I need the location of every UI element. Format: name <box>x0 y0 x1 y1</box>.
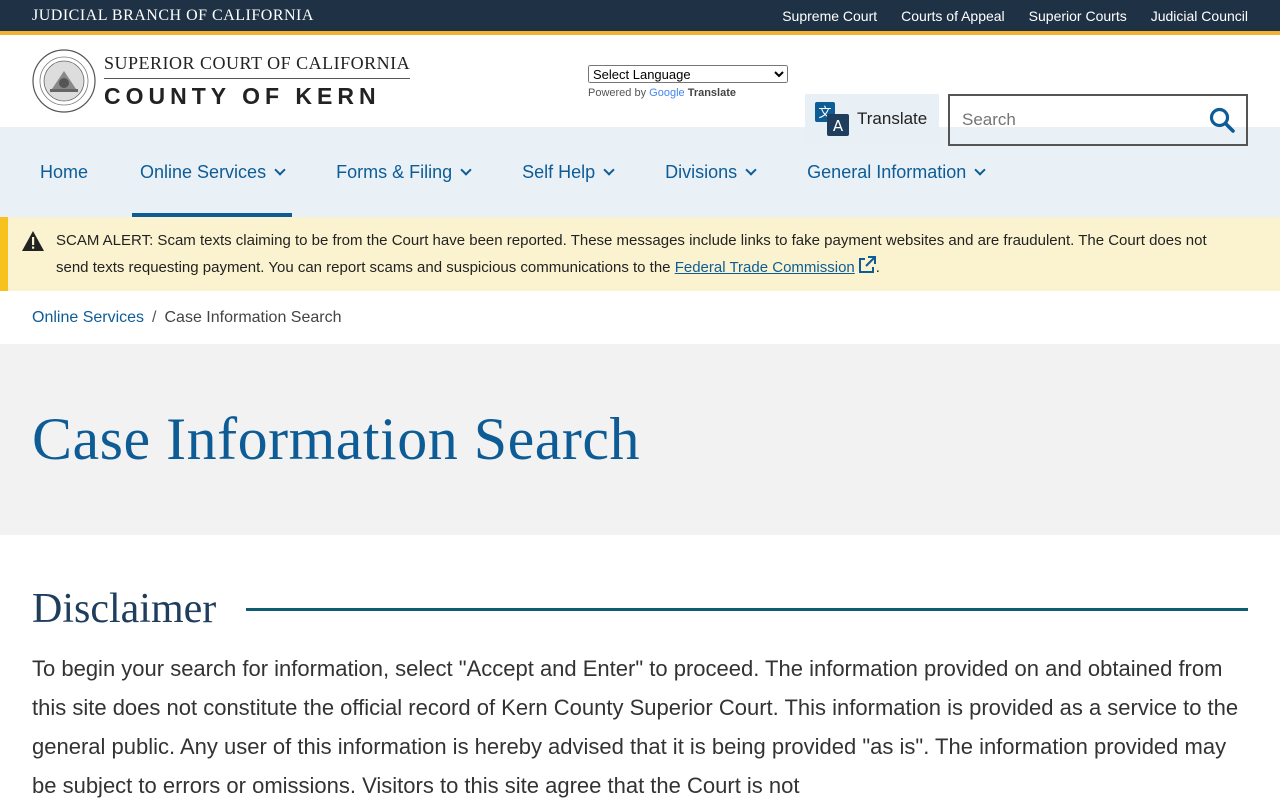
alert-prefix: SCAM ALERT: <box>56 232 154 249</box>
page-hero: Case Information Search <box>0 344 1280 535</box>
court-logo[interactable]: SUPERIOR COURT OF CALIFORNIA COUNTY OF K… <box>32 49 411 113</box>
page-title: Case Information Search <box>32 406 640 472</box>
search-icon <box>1209 107 1235 133</box>
translate-label: Translate <box>857 109 928 128</box>
nav-general-information[interactable]: General Information <box>799 127 992 217</box>
nav-forms-filing[interactable]: Forms & Filing <box>328 127 478 217</box>
google-translate-widget: Select Language Powered by Google Transl… <box>588 64 788 99</box>
main-content: Disclaimer To begin your search for info… <box>0 535 1280 805</box>
logo-line1: SUPERIOR COURT OF CALIFORNIA <box>104 53 411 79</box>
link-supreme-court[interactable]: Supreme Court <box>782 8 877 24</box>
chevron-down-icon <box>603 163 615 176</box>
site-search <box>948 94 1248 146</box>
disclaimer-heading-row: Disclaimer <box>32 585 1248 633</box>
search-button[interactable] <box>1198 96 1246 144</box>
chevron-down-icon <box>745 163 757 176</box>
language-select[interactable]: Select Language <box>588 65 788 83</box>
alert-body: Scam texts claiming to be from the Court… <box>56 232 1207 276</box>
chevron-down-icon <box>974 163 986 176</box>
nav-divisions[interactable]: Divisions <box>657 127 763 217</box>
link-courts-of-appeal[interactable]: Courts of Appeal <box>901 8 1005 24</box>
breadcrumb-separator: / <box>152 308 157 326</box>
court-seal-icon <box>32 49 96 113</box>
heading-rule <box>246 607 1248 611</box>
ftc-link[interactable]: Federal Trade Commission <box>675 259 855 276</box>
nav-online-services[interactable]: Online Services <box>132 127 293 217</box>
utility-bar: JUDICIAL BRANCH OF CALIFORNIA Supreme Co… <box>0 0 1280 35</box>
link-superior-courts[interactable]: Superior Courts <box>1029 8 1127 24</box>
breadcrumb-online-services[interactable]: Online Services <box>32 309 144 327</box>
disclaimer-heading: Disclaimer <box>32 586 217 632</box>
nav-self-help[interactable]: Self Help <box>514 127 621 217</box>
warning-icon <box>22 231 44 251</box>
alert-text: SCAM ALERT: Scam texts claiming to be fr… <box>56 232 1207 276</box>
utility-links: Supreme Court Courts of Appeal Superior … <box>782 8 1248 24</box>
site-header: SUPERIOR COURT OF CALIFORNIA COUNTY OF K… <box>0 35 1280 146</box>
external-link-icon <box>858 256 876 273</box>
breadcrumb-current: Case Information Search <box>164 308 342 326</box>
breadcrumb: Online Services / Case Information Searc… <box>0 291 1280 344</box>
judicial-branch-brand[interactable]: JUDICIAL BRANCH OF CALIFORNIA <box>32 7 314 25</box>
disclaimer-text: To begin your search for information, se… <box>32 656 1239 798</box>
nav-home[interactable]: Home <box>32 127 96 217</box>
scam-alert-banner: SCAM ALERT: Scam texts claiming to be fr… <box>0 217 1280 291</box>
powered-by-google: Powered by Google Translate <box>588 87 737 99</box>
chevron-down-icon <box>460 163 472 176</box>
google-logo: Google <box>649 87 685 99</box>
chevron-down-icon <box>274 163 286 176</box>
logo-line2: COUNTY OF KERN <box>104 82 381 109</box>
link-judicial-council[interactable]: Judicial Council <box>1151 8 1248 24</box>
